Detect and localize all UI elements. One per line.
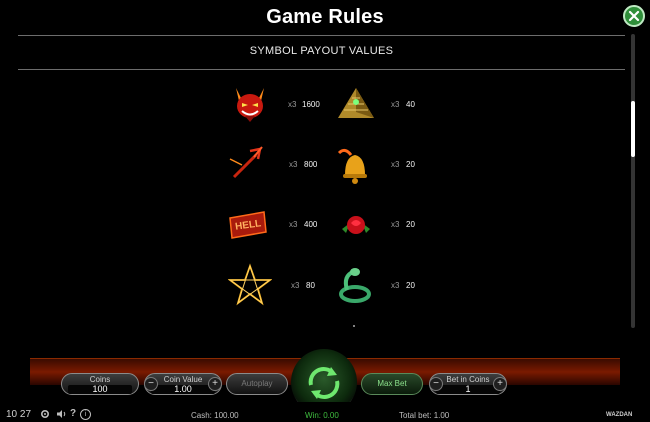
page-title: Game Rules [266,6,384,28]
settings-button[interactable] [40,409,50,421]
payout-value: 20 [406,220,415,229]
payout-multiplier: x3 [391,100,400,109]
bet-in-coins-value: 1 [436,385,500,394]
total-bet-amount: Total bet: 1.00 [399,411,450,420]
payout-value: 20 [406,160,415,169]
gear-icon [40,409,50,419]
game-rules-panel: Game Rules SYMBOL PAYOUT VALUES x3 1600 [0,0,650,358]
autoplay-button[interactable]: Autoplay [226,373,288,395]
payout-value: 400 [304,220,318,229]
bet-minus-button[interactable]: − [429,377,443,391]
coin-value-plus-button[interactable]: + [208,377,222,391]
payout-value: 80 [306,281,315,290]
help-button[interactable]: ? [70,408,76,419]
speaker-icon [57,410,66,418]
payout-multiplier: x3 [391,160,400,169]
scrollbar-thumb[interactable] [631,101,635,157]
payout-multiplier: x3 [288,100,297,109]
sound-button[interactable] [56,409,67,421]
pentagram-icon [227,262,273,306]
hell-sign-icon: HELL [226,202,270,246]
coin-value-value: 1.00 [151,385,215,394]
brand-logo: WAZDAN [606,412,633,418]
max-bet-button[interactable]: Max Bet [361,373,423,395]
payout-multiplier: x3 [291,281,300,290]
bell-icon [333,143,377,187]
more-content-indicator [353,325,355,327]
trident-icon [224,143,268,187]
close-x-icon [628,10,640,22]
snake-icon [333,264,377,308]
rose-icon [334,203,378,247]
clock: 10 27 [6,409,32,420]
payout-value: 20 [406,281,415,290]
coins-display: Coins 100 [61,373,139,395]
bet-plus-button[interactable]: + [493,377,507,391]
divider [18,69,625,70]
payout-multiplier: x3 [289,160,298,169]
coin-value-minus-button[interactable]: − [144,377,158,391]
win-amount: Win: 0.00 [305,411,339,420]
payout-value: 800 [304,160,318,169]
scrollbar-track[interactable] [631,34,635,328]
coins-value: 100 [68,385,132,394]
payout-multiplier: x3 [391,281,400,290]
info-button[interactable]: i [80,409,91,420]
devil-face-icon [228,82,272,126]
section-title: SYMBOL PAYOUT VALUES [249,45,394,57]
payout-value: 40 [406,100,415,109]
status-footer: 10 27 ? i Cash: 100.00 Win: 0.00 Total b… [0,402,650,422]
payout-value: 1600 [302,100,320,109]
close-button[interactable] [623,5,645,27]
cash-amount: Cash: 100.00 [191,411,239,420]
divider [18,35,625,36]
payout-multiplier: x3 [391,220,400,229]
payout-multiplier: x3 [289,220,298,229]
pyramid-icon [334,82,378,126]
